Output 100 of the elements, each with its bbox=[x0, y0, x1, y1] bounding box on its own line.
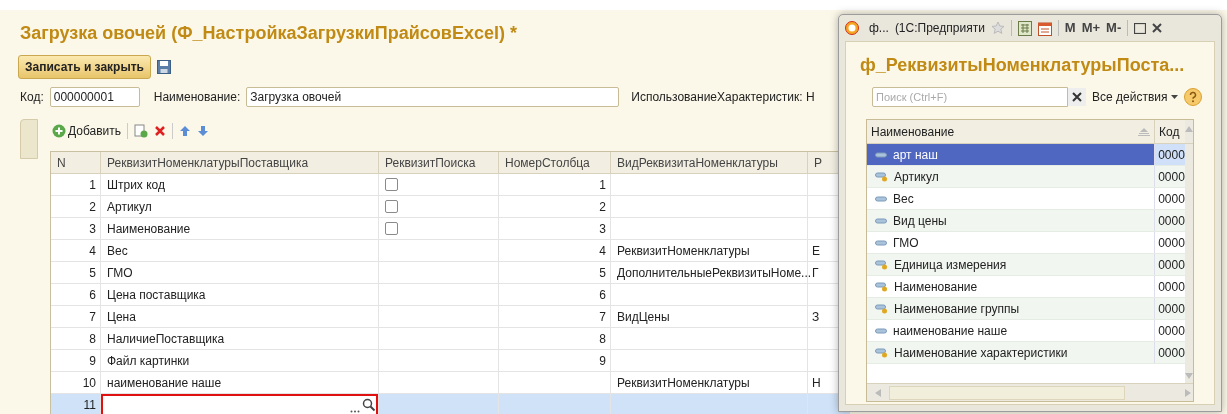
dash-dot-icon bbox=[875, 281, 888, 292]
list-cell-text: 0000 bbox=[1158, 146, 1185, 164]
list-cell-text: 0000 bbox=[1158, 168, 1185, 186]
column-header[interactable]: Код bbox=[1155, 120, 1185, 143]
delete-icon[interactable] bbox=[154, 125, 167, 137]
list-cell-text: 0000 bbox=[1158, 344, 1185, 362]
memory-button[interactable]: M bbox=[1064, 18, 1076, 38]
plus-icon bbox=[52, 124, 66, 138]
list-row[interactable]: ГМО 0000 bbox=[867, 232, 1185, 254]
search-field[interactable]: Поиск (Ctrl+F) bbox=[872, 87, 1068, 107]
dash-icon bbox=[875, 151, 887, 158]
dash-dot-icon bbox=[875, 259, 888, 270]
name-label: Наименование: bbox=[153, 89, 241, 106]
table-cell-text: РеквизитНоменклатуры bbox=[617, 242, 750, 260]
save-close-button[interactable]: Записать и закрыть bbox=[18, 55, 151, 79]
down-arrow-icon[interactable] bbox=[197, 125, 210, 137]
window-title: ф... bbox=[869, 20, 889, 37]
form-title: Загрузка овочей (Ф_НастройкаЗагрузкиПрайсовExcel) * bbox=[20, 22, 517, 45]
checkbox[interactable] bbox=[385, 178, 398, 191]
list-cell-text: наименование наше bbox=[893, 322, 1008, 340]
list-cell-text: Вес bbox=[893, 190, 914, 208]
list-row[interactable]: Наименование группы 0000 bbox=[867, 298, 1185, 320]
dash-icon bbox=[875, 239, 887, 246]
table-cell-text: 5 bbox=[599, 264, 606, 282]
list-row[interactable]: Наименование характеристики 0000 bbox=[867, 342, 1185, 364]
checkbox[interactable] bbox=[385, 222, 398, 235]
star-icon[interactable] bbox=[990, 21, 1005, 35]
memory-button[interactable]: M- bbox=[1106, 18, 1122, 38]
list-row[interactable]: Единица измерения 0000 bbox=[867, 254, 1185, 276]
row-number: 8 bbox=[89, 330, 96, 348]
save-icon[interactable] bbox=[156, 60, 171, 74]
calculator-icon[interactable] bbox=[1017, 20, 1032, 36]
dash-dot-icon bbox=[875, 347, 888, 358]
list-cell-text: Наименование характеристики bbox=[894, 344, 1068, 362]
dash-icon bbox=[875, 195, 887, 202]
column-header-label: Наименование bbox=[871, 123, 955, 141]
name-field[interactable]: Загрузка овочей bbox=[246, 87, 620, 107]
list-row[interactable]: Вес 0000 bbox=[867, 188, 1185, 210]
list-cell-text: 0000 bbox=[1158, 256, 1185, 274]
checkbox[interactable] bbox=[385, 200, 398, 213]
characteristics-label: ИспользованиеХарактеристик: Н bbox=[631, 89, 815, 106]
table-cell-text: 9 bbox=[599, 352, 606, 370]
list-row[interactable]: наименование наше 0000 bbox=[867, 320, 1185, 342]
app-logo-icon bbox=[845, 21, 859, 35]
clear-icon[interactable] bbox=[1068, 88, 1086, 106]
dash-dot-icon bbox=[875, 303, 888, 314]
column-header[interactable]: НомерСтолбца bbox=[499, 152, 611, 173]
list-row[interactable]: Наименование 0000 bbox=[867, 276, 1185, 298]
list-cell-text: 0000 bbox=[1158, 234, 1185, 252]
close-icon[interactable] bbox=[1152, 23, 1163, 33]
list-cell-text: 0000 bbox=[1158, 190, 1185, 208]
search-icon[interactable] bbox=[362, 397, 376, 412]
caret-icon bbox=[1171, 95, 1179, 99]
list-cell-text: 0000 bbox=[1158, 300, 1185, 318]
row-number: 7 bbox=[89, 308, 96, 326]
maximize-icon[interactable] bbox=[1134, 22, 1147, 34]
table-cell-text: ДополнительныеРеквизитыНоме... bbox=[617, 264, 812, 282]
memory-button[interactable]: M+ bbox=[1081, 18, 1101, 38]
table-cell-text: 3 bbox=[599, 220, 606, 238]
all-actions-menu[interactable]: Все действия bbox=[1092, 88, 1179, 106]
table-cell-text: 6 bbox=[599, 286, 606, 304]
table-cell-text: Цена bbox=[106, 308, 136, 326]
copy-icon[interactable] bbox=[134, 124, 149, 138]
row-number: 3 bbox=[89, 220, 96, 238]
table-cell-text: З bbox=[812, 308, 820, 326]
input-field[interactable] bbox=[101, 393, 378, 414]
table-row[interactable]: 11 bbox=[51, 394, 850, 414]
row-number: 1 bbox=[89, 176, 96, 194]
list-row[interactable]: Артикул 0000 bbox=[867, 166, 1185, 188]
table-cell-text: 4 bbox=[599, 242, 606, 260]
table-cell-text: Е bbox=[812, 242, 820, 260]
table-cell-text: 1 bbox=[599, 176, 606, 194]
help-icon[interactable] bbox=[1184, 88, 1203, 106]
list-row[interactable]: арт наш 0000 bbox=[867, 144, 1185, 166]
column-header[interactable]: РеквизитНоменклатурыПоставщика bbox=[101, 152, 379, 173]
column-header[interactable]: РеквизитПоиска bbox=[379, 152, 499, 173]
table-cell-text: Файл картинки bbox=[106, 352, 190, 370]
calendar-icon[interactable] bbox=[1037, 20, 1052, 36]
column-header[interactable]: N bbox=[51, 152, 101, 173]
table-cell-text: 8 bbox=[599, 330, 606, 348]
column-header[interactable]: ВидРеквизитаНоменклатуры bbox=[611, 152, 808, 173]
up-arrow-icon[interactable] bbox=[179, 125, 192, 137]
list-row[interactable]: Вид цены 0000 bbox=[867, 210, 1185, 232]
code-label: Код: bbox=[20, 89, 44, 106]
table-cell-text: Штрих код bbox=[106, 176, 165, 194]
table-cell-text: 7 bbox=[599, 308, 606, 326]
list-cell-text: ГМО bbox=[893, 234, 919, 252]
add-button[interactable]: Добавить bbox=[52, 122, 122, 140]
row-number: 2 bbox=[89, 198, 96, 216]
row-number: 10 bbox=[82, 374, 96, 392]
list-cell-text: Вид цены bbox=[893, 212, 947, 230]
table-cell-text: Вес bbox=[106, 242, 128, 260]
list-cell-text: арт наш bbox=[893, 146, 938, 164]
table-cell-text: Н bbox=[812, 374, 821, 392]
table-cell-text: наименование наше bbox=[106, 374, 222, 392]
column-header[interactable]: Наименование bbox=[867, 120, 1156, 143]
scrollbar-thumb[interactable] bbox=[889, 385, 1125, 400]
dash-icon bbox=[875, 217, 887, 224]
code-field[interactable]: 000000001 bbox=[49, 87, 140, 107]
table-cell-text: Наименование bbox=[106, 220, 191, 238]
